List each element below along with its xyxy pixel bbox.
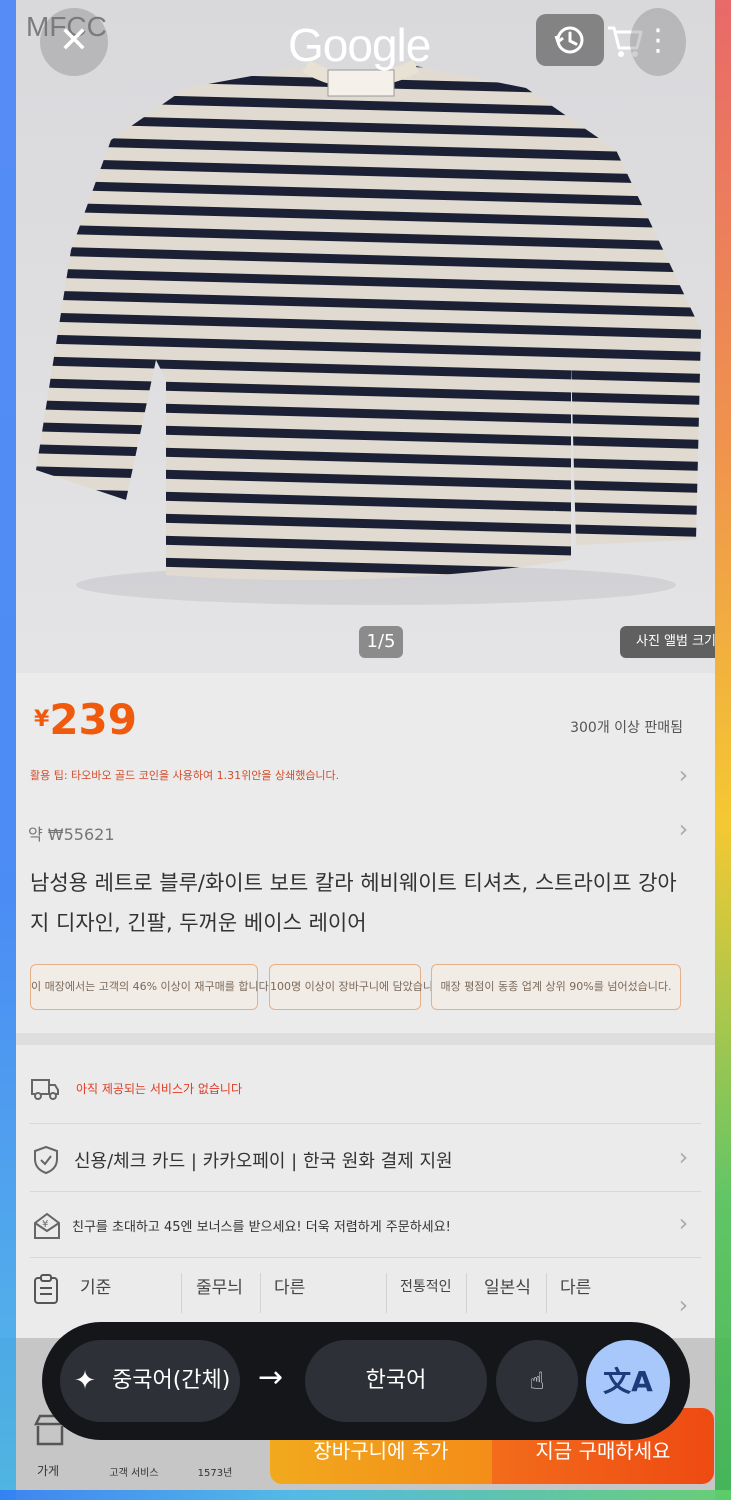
- coin-tip: 활용 팁: 타오바오 골드 코인을 사용하여 1.31위안을 상쇄했습니다.: [30, 769, 340, 782]
- history-icon: [554, 26, 584, 54]
- row-divider: [30, 1191, 701, 1192]
- attribute-item: 다른: [560, 1278, 592, 1298]
- currency-symbol: ¥: [34, 707, 50, 732]
- close-icon: ✕: [58, 20, 90, 61]
- sparkle-icon: ✦: [74, 1366, 96, 1396]
- tap-to-translate-button[interactable]: ☝: [496, 1340, 578, 1422]
- source-language-button[interactable]: ✦ 중국어(간체): [60, 1340, 240, 1422]
- chevron-right-icon[interactable]: ›: [676, 1209, 690, 1237]
- translate-icon: 文A: [603, 1365, 653, 1398]
- rating-tag: 매장 평점이 동종 업계 상위 90%를 넘어섰습니다.: [431, 964, 681, 1010]
- striped-shirt-image: MFCC: [26, 11, 701, 605]
- target-language-button[interactable]: 한국어: [305, 1340, 487, 1422]
- attribute-item: 줄무늬: [196, 1278, 243, 1298]
- row-divider: [30, 1257, 701, 1258]
- attribute-item: 전통적인: [400, 1279, 452, 1295]
- source-language-label: 중국어(간체): [112, 1368, 231, 1393]
- clipboard-list-icon: [34, 1274, 58, 1304]
- attribute-divider: [546, 1273, 547, 1313]
- product-photo[interactable]: MFCC 1/5 사진 앨범 크기: [16, 0, 715, 673]
- cart-count-tag: 100명 이상이 장바구니에 담았습니다.: [269, 964, 447, 1010]
- glow-edge-bottom: [0, 1490, 731, 1500]
- google-logo: Google: [288, 19, 431, 71]
- translate-button[interactable]: 文A: [586, 1340, 670, 1424]
- attribute-divider: [260, 1273, 261, 1313]
- yen-envelope-icon: ¥: [34, 1212, 60, 1239]
- glow-edge-right: [715, 0, 731, 1500]
- customer-service-nav-label[interactable]: 고객 서비스: [104, 1464, 164, 1479]
- chevron-right-icon[interactable]: ›: [676, 761, 690, 789]
- payment-methods: 신용/체크 카드 | 카카오페이 | 한국 원화 결제 지원: [74, 1151, 453, 1172]
- hand-tap-icon: ☝: [529, 1367, 545, 1395]
- attribute-item: 일본식: [484, 1278, 531, 1298]
- more-vertical-icon: ⋮: [643, 23, 673, 58]
- repurchase-tag: 이 매장에서는 고객의 46% 이상이 재구매를 합니다.: [30, 964, 272, 1010]
- sold-count: 300개 이상 판매됨: [570, 720, 683, 736]
- chevron-right-icon[interactable]: ›: [676, 815, 690, 843]
- svg-text:¥: ¥: [42, 1219, 48, 1230]
- album-size-button[interactable]: 사진 앨범 크기: [620, 626, 715, 658]
- delivery-truck-icon: [31, 1079, 59, 1100]
- store-nav-label[interactable]: 가게: [32, 1462, 64, 1479]
- lens-header: ✕ Google ⋮: [0, 0, 731, 90]
- row-divider: [30, 1123, 701, 1124]
- image-counter: 1/5: [359, 626, 403, 658]
- krw-price: 약 ₩55621: [28, 825, 115, 844]
- chevron-right-icon[interactable]: ›: [676, 1143, 690, 1171]
- attribute-divider: [181, 1273, 182, 1313]
- brand-nav-label[interactable]: 1573년: [192, 1464, 238, 1479]
- shield-check-icon: [34, 1145, 58, 1175]
- arrow-right-icon: →: [258, 1360, 284, 1395]
- glow-edge-left: [0, 0, 16, 1500]
- attribute-divider: [466, 1273, 467, 1313]
- price-value: 239: [49, 695, 137, 744]
- delivery-notice: 아직 제공되는 서비스가 없습니다: [76, 1082, 243, 1096]
- invite-bonus[interactable]: 친구를 초대하고 45엔 보너스를 받으세요! 더욱 저렴하게 주문하세요!: [72, 1216, 451, 1235]
- product-title: 남성용 레트로 블루/화이트 보트 칼라 헤비웨이트 티셔츠, 스트라이프 강아…: [30, 871, 677, 935]
- attribute-divider: [386, 1273, 387, 1313]
- attribute-item: 기준: [80, 1278, 112, 1298]
- attribute-item: 다른: [274, 1278, 306, 1298]
- section-divider: [16, 1033, 715, 1045]
- chevron-right-icon[interactable]: ›: [676, 1291, 690, 1319]
- more-options-button[interactable]: ⋮: [630, 8, 686, 76]
- close-button[interactable]: ✕: [40, 8, 108, 76]
- product-price: ¥239: [34, 695, 137, 744]
- history-button[interactable]: [536, 14, 604, 66]
